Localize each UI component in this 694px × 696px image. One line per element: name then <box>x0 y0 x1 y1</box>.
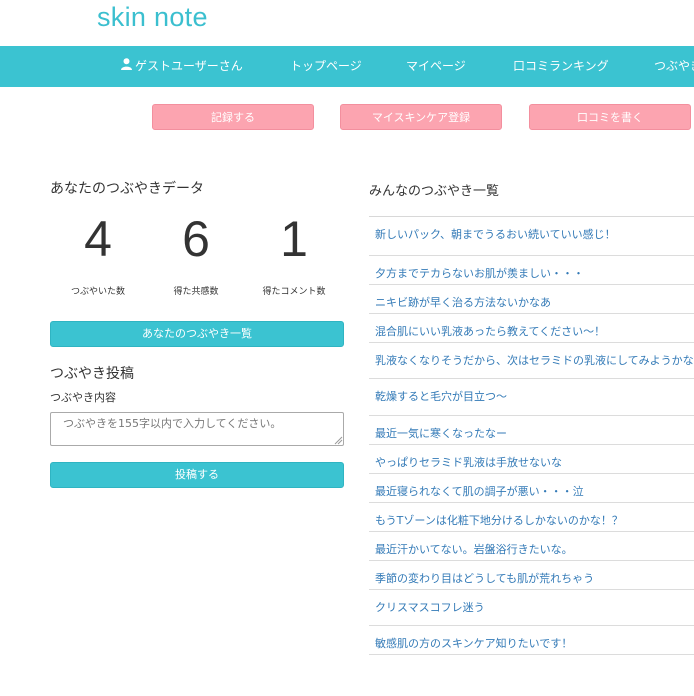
posts-count-label: つぶやいた数 <box>70 287 125 297</box>
post-submit-button[interactable]: 投稿する <box>50 462 344 488</box>
my-skincare-register-button[interactable]: マイスキンケア登録 <box>340 104 502 130</box>
post-heading: つぶやき投稿 <box>50 366 134 382</box>
feed-item[interactable]: やっぱりセラミド乳液は手放せないな <box>369 445 694 474</box>
feed-item[interactable]: 乾燥すると毛穴が目立つ〜 <box>369 379 694 416</box>
user-icon <box>121 46 132 87</box>
nav-tsubuyaki[interactable]: つぶやき <box>654 46 694 87</box>
feed-item[interactable]: もうTゾーンは化粧下地分けるしかないのかな！？ <box>369 503 694 532</box>
feed-item[interactable]: 敏感肌の方のスキンケア知りたいです！ <box>369 626 694 655</box>
brand-logo[interactable]: skin note <box>97 2 208 33</box>
feed-item[interactable]: 夕方までテカらないお肌が羨ましい・・・ <box>369 256 694 285</box>
tsubuyaki-feed: 新しいパック、朝までうるおい続いていい感じ！ 夕方までテカらないお肌が羨ましい・… <box>369 216 694 655</box>
your-data-heading: あなたのつぶやきデータ <box>50 181 204 197</box>
feed-item[interactable]: 最近汗かいてない。岩盤浴行きたいな。 <box>369 532 694 561</box>
nav-top-page[interactable]: トップページ <box>290 46 362 87</box>
tsubuyaki-textarea[interactable] <box>50 412 344 446</box>
resize-grip-icon[interactable] <box>334 436 343 445</box>
posts-count: 4 <box>84 211 112 267</box>
feed-item[interactable]: 乳液なくなりそうだから、次はセラミドの乳液にしてみようかな <box>369 343 694 379</box>
content-label: つぶやき内容 <box>50 391 116 404</box>
feed-item[interactable]: 最近一気に寒くなったなー <box>369 416 694 445</box>
nav-user-label: ゲストユーザーさん <box>135 59 243 73</box>
main-navbar: ゲストユーザーさん トップページ マイページ 口コミランキング つぶやき <box>0 46 694 87</box>
feed-item[interactable]: 季節の変わり目はどうしても肌が荒れちゃう <box>369 561 694 590</box>
all-tsubuyaki-heading: みんなのつぶやき一覧 <box>369 184 500 199</box>
nav-user[interactable]: ゲストユーザーさん <box>121 46 243 87</box>
comment-count-label: 得たコメント数 <box>262 287 326 297</box>
record-button[interactable]: 記録する <box>152 104 314 130</box>
write-review-button[interactable]: 口コミを書く <box>529 104 691 130</box>
nav-my-page[interactable]: マイページ <box>406 46 466 87</box>
empathy-count: 6 <box>182 211 210 267</box>
nav-review-ranking[interactable]: 口コミランキング <box>513 46 609 87</box>
feed-item[interactable]: ニキビ跡が早く治る方法ないかなあ <box>369 285 694 314</box>
feed-item[interactable]: 新しいパック、朝までうるおい続いていい感じ！ <box>369 217 694 256</box>
comment-count: 1 <box>280 211 308 267</box>
feed-item[interactable]: 混合肌にいい乳液あったら教えてください〜！ <box>369 314 694 343</box>
your-tsubuyaki-list-button[interactable]: あなたのつぶやき一覧 <box>50 321 344 347</box>
feed-item[interactable]: 最近寝られなくて肌の調子が悪い・・・泣 <box>369 474 694 503</box>
empathy-count-label: 得た共感数 <box>173 287 219 297</box>
feed-item[interactable]: クリスマスコフレ迷う <box>369 590 694 626</box>
